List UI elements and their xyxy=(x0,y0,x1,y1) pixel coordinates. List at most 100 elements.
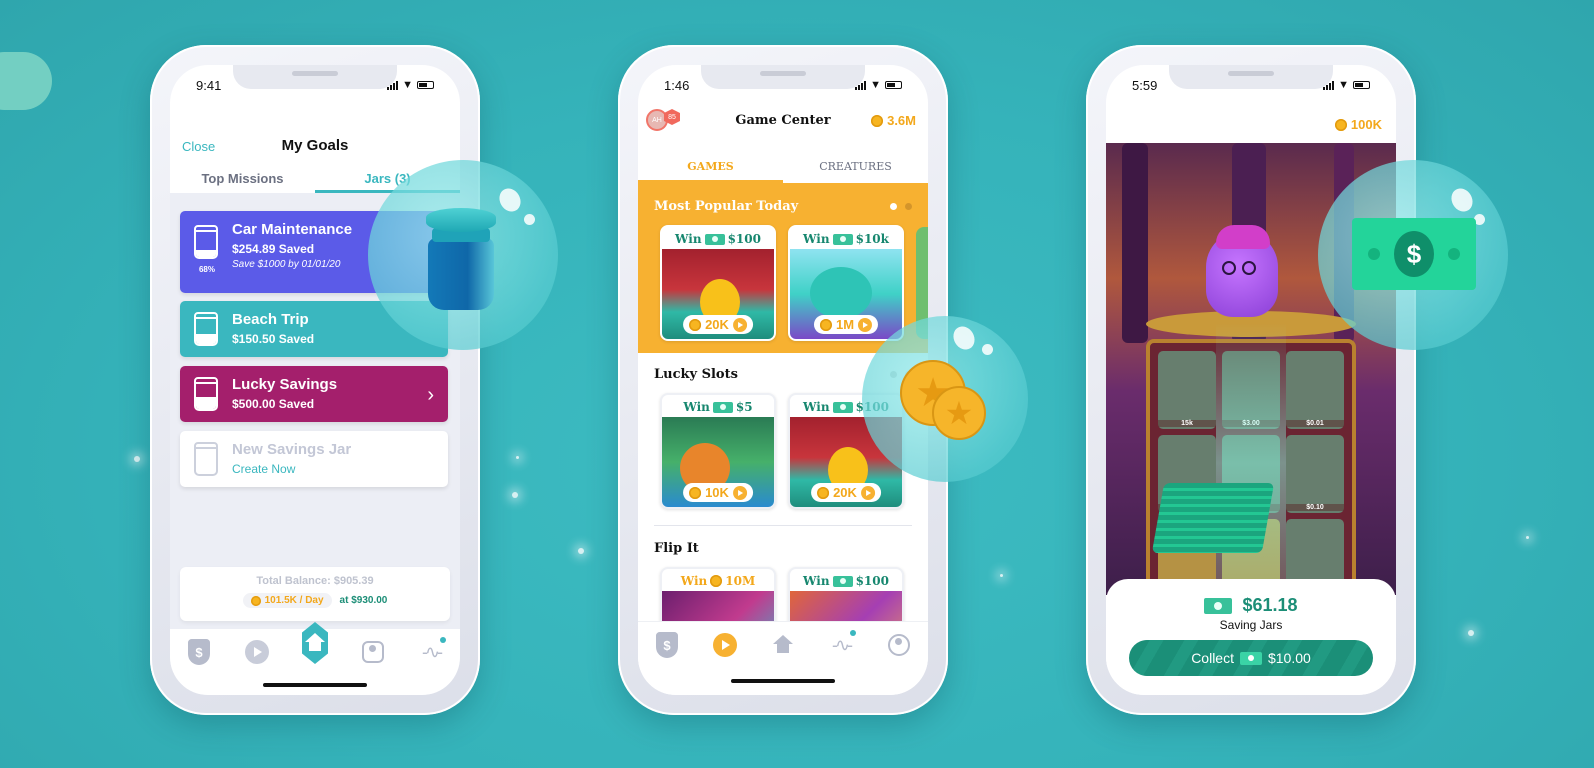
balance-value: $905.39 xyxy=(333,575,374,587)
battery-icon xyxy=(417,81,434,89)
wifi-icon: ▼ xyxy=(402,79,413,91)
jar-icon xyxy=(194,377,218,411)
tab-activity[interactable]: -∿- xyxy=(418,637,446,665)
jar-name: Lucky Savings xyxy=(232,376,338,393)
play-icon xyxy=(858,317,873,332)
jar-card-lucky-savings[interactable]: Lucky Savings $500.00 Saved › xyxy=(180,366,448,422)
jar-icon xyxy=(426,208,496,310)
slot-tile[interactable]: 15k xyxy=(1158,351,1216,429)
star-coin-icon: ★ xyxy=(932,386,986,440)
coins-bubble-decoration: ★ ★ xyxy=(862,316,1028,482)
goals-screen: 9:41 ▼ Close My Goals Top Missions Jars … xyxy=(170,65,460,695)
wifi-icon: ▼ xyxy=(1338,79,1349,91)
phone-my-goals: 9:41 ▼ Close My Goals Top Missions Jars … xyxy=(150,45,480,715)
sparkle xyxy=(134,456,140,462)
game-artwork: 1M xyxy=(790,249,902,339)
divider xyxy=(654,525,912,526)
play-icon xyxy=(860,485,875,500)
coin-icon xyxy=(817,486,830,499)
jar-saved: $500.00 Saved xyxy=(232,397,315,411)
play-icon xyxy=(245,640,269,664)
balance-label: Total Balance: xyxy=(256,575,331,587)
new-jar-title: New Savings Jar xyxy=(232,441,352,458)
cash-icon xyxy=(712,401,733,413)
signal-icon xyxy=(387,80,399,90)
sparkle xyxy=(1000,574,1003,577)
most-popular-section: Most Popular Today Win $100 20K Win $10k 1… xyxy=(638,183,928,353)
game-artwork: 20K xyxy=(662,249,774,339)
tab-profile[interactable] xyxy=(360,639,386,665)
sparkle xyxy=(578,548,584,554)
wifi-icon: ▼ xyxy=(870,79,881,91)
cash-stack-icon xyxy=(1151,483,1275,553)
slot-tile[interactable]: $0.01 xyxy=(1286,351,1344,429)
coin-icon xyxy=(819,318,832,331)
coin-icon xyxy=(689,318,702,331)
game-center-header: AH 85 Game Center 3.6M xyxy=(638,99,928,159)
home-indicator xyxy=(263,683,367,687)
light-beam xyxy=(1216,323,1286,595)
cash-icon xyxy=(1239,651,1262,665)
tab-home[interactable] xyxy=(302,622,328,665)
tab-creatures[interactable]: CREATURES xyxy=(783,157,928,183)
coin-balance: 3.6M xyxy=(871,113,916,128)
home-indicator xyxy=(731,679,835,683)
signal-icon xyxy=(855,80,867,90)
home-icon xyxy=(773,635,793,653)
game-card[interactable]: Win $10k 1M xyxy=(788,225,904,341)
target-price: at $930.00 xyxy=(339,595,388,606)
play-icon xyxy=(732,485,747,500)
cash-icon xyxy=(832,233,853,245)
play-icon xyxy=(713,633,737,657)
status-bar: 5:59 ▼ xyxy=(1106,75,1396,95)
phone-collect: 5:59 ▼ 100K 15k $3.00 $0.01 xyxy=(1086,45,1416,715)
rate-pill: 101.5K / Day xyxy=(242,593,332,608)
game-card[interactable]: Win $5 10K xyxy=(660,393,776,509)
section-title: Lucky Slots xyxy=(654,367,738,382)
tab-savings[interactable]: $ xyxy=(186,639,212,665)
sparkle xyxy=(516,456,519,459)
play-cost-pill[interactable]: 10K xyxy=(683,483,753,502)
tab-games[interactable]: GAMES xyxy=(638,157,783,183)
game-artwork: 10K xyxy=(662,417,774,507)
collect-screen: 5:59 ▼ 100K 15k $3.00 $0.01 xyxy=(1106,65,1396,695)
status-bar: 1:46 ▼ xyxy=(638,75,928,95)
sparkle xyxy=(1526,536,1529,539)
creature-character[interactable] xyxy=(1206,225,1278,317)
create-now-link[interactable]: Create Now xyxy=(232,462,436,476)
play-cost-pill[interactable]: 1M xyxy=(813,315,879,334)
coin-icon xyxy=(689,486,702,499)
play-icon xyxy=(732,317,747,332)
activity-pulse-icon: -∿- xyxy=(421,641,443,662)
coin-balance: 100K xyxy=(1334,117,1382,132)
new-savings-jar-card[interactable]: New Savings Jar Create Now xyxy=(180,431,448,487)
sparkle xyxy=(512,492,518,498)
page-title: My Goals xyxy=(281,137,349,154)
coin-icon xyxy=(1334,118,1347,131)
dollar-bill-icon: $ xyxy=(1352,218,1476,290)
collect-button[interactable]: Collect $10.00 xyxy=(1129,640,1373,676)
signal-icon xyxy=(1323,80,1335,90)
tab-top-missions[interactable]: Top Missions xyxy=(170,165,315,193)
total-balance-card: Total Balance: $905.39 101.5K / Day at $… xyxy=(180,567,450,621)
saving-jars-label: Saving Jars xyxy=(1219,618,1283,632)
activity-pulse-icon: -∿- xyxy=(831,634,853,655)
tab-profile[interactable] xyxy=(886,632,912,658)
jar-saved: $150.50 Saved xyxy=(232,332,315,346)
status-time: 9:41 xyxy=(196,77,222,93)
tab-activity[interactable]: -∿- xyxy=(828,630,856,658)
collect-panel: $61.18 Saving Jars Collect $10.00 xyxy=(1106,579,1396,695)
tab-savings[interactable]: $ xyxy=(654,632,680,658)
tab-games[interactable] xyxy=(712,632,738,658)
tab-games[interactable] xyxy=(244,639,270,665)
play-cost-pill[interactable]: 20K xyxy=(683,315,753,334)
bottom-tab-bar: $ -∿- xyxy=(638,621,928,695)
play-cost-pill[interactable]: 20K xyxy=(811,483,881,502)
add-profile-icon xyxy=(362,641,384,663)
status-time: 5:59 xyxy=(1132,77,1158,93)
slot-tile[interactable]: $0.10 xyxy=(1286,435,1344,513)
cash-icon xyxy=(832,401,853,413)
status-time: 1:46 xyxy=(664,77,690,93)
tab-home[interactable] xyxy=(770,632,796,658)
game-card[interactable]: Win$100 20K xyxy=(660,225,776,341)
